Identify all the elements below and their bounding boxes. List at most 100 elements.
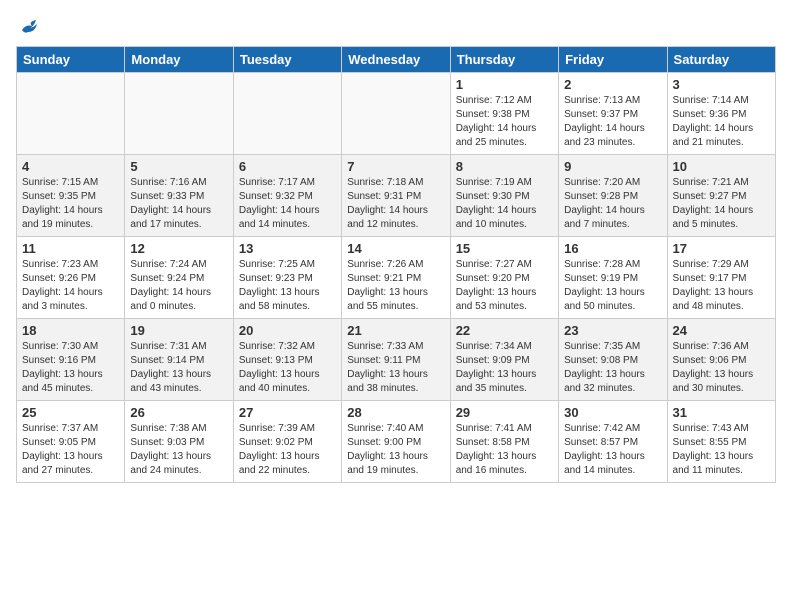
day-info: Sunrise: 7:24 AM Sunset: 9:24 PM Dayligh… (130, 258, 227, 314)
day-number: 16 (564, 241, 661, 256)
calendar-cell: 24 Sunrise: 7:36 AM Sunset: 9:06 PM Dayli… (667, 319, 775, 401)
calendar-cell: 4 Sunrise: 7:15 AM Sunset: 9:35 PM Daylig… (17, 155, 125, 237)
day-info: Sunrise: 7:36 AM Sunset: 9:06 PM Dayligh… (673, 340, 770, 396)
logo-bird-icon (18, 16, 40, 38)
calendar-week-row: 18Sunrise: 7:30 AM Sunset: 9:16 PM Dayli… (17, 319, 776, 401)
calendar-week-row: 25 Sunrise: 7:37 AM Sunset: 9:05 PM Dayli… (17, 401, 776, 483)
day-number: 4 (22, 159, 119, 174)
day-number: 8 (456, 159, 553, 174)
day-number: 2 (564, 77, 661, 92)
calendar-cell: 17 Sunrise: 7:29 AM Sunset: 9:17 PM Dayli… (667, 237, 775, 319)
calendar-week-row: 1 Sunrise: 7:12 AM Sunset: 9:38 PM Daylig… (17, 73, 776, 155)
day-number: 26 (130, 405, 227, 420)
calendar-cell: 16 Sunrise: 7:28 AM Sunset: 9:19 PM Dayli… (559, 237, 667, 319)
calendar-cell: 23 Sunrise: 7:35 AM Sunset: 9:08 PM Dayli… (559, 319, 667, 401)
day-info: Sunrise: 7:27 AM Sunset: 9:20 PM Dayligh… (456, 258, 553, 314)
day-number: 6 (239, 159, 336, 174)
day-info: Sunrise: 7:19 AM Sunset: 9:30 PM Dayligh… (456, 176, 553, 232)
calendar-cell: 7Sunrise: 7:18 AM Sunset: 9:31 PM Daylig… (342, 155, 450, 237)
calendar-cell (342, 73, 450, 155)
weekday-header-thursday: Thursday (450, 47, 558, 73)
page-header (16, 16, 776, 38)
calendar-cell: 13 Sunrise: 7:25 AM Sunset: 9:23 PM Dayli… (233, 237, 341, 319)
weekday-header-row: SundayMondayTuesdayWednesdayThursdayFrid… (17, 47, 776, 73)
day-number: 21 (347, 323, 444, 338)
day-info: Sunrise: 7:14 AM Sunset: 9:36 PM Dayligh… (673, 94, 770, 150)
day-info: Sunrise: 7:43 AM Sunset: 8:55 PM Dayligh… (673, 422, 770, 478)
calendar-cell: 10Sunrise: 7:21 AM Sunset: 9:27 PM Dayli… (667, 155, 775, 237)
day-number: 29 (456, 405, 553, 420)
day-info: Sunrise: 7:28 AM Sunset: 9:19 PM Dayligh… (564, 258, 661, 314)
day-number: 14 (347, 241, 444, 256)
day-info: Sunrise: 7:13 AM Sunset: 9:37 PM Dayligh… (564, 94, 661, 150)
day-number: 30 (564, 405, 661, 420)
calendar-cell (233, 73, 341, 155)
day-info: Sunrise: 7:20 AM Sunset: 9:28 PM Dayligh… (564, 176, 661, 232)
calendar-cell: 31 Sunrise: 7:43 AM Sunset: 8:55 PM Dayli… (667, 401, 775, 483)
calendar-week-row: 4 Sunrise: 7:15 AM Sunset: 9:35 PM Daylig… (17, 155, 776, 237)
day-info: Sunrise: 7:12 AM Sunset: 9:38 PM Dayligh… (456, 94, 553, 150)
day-info: Sunrise: 7:34 AM Sunset: 9:09 PM Dayligh… (456, 340, 553, 396)
calendar-cell: 29 Sunrise: 7:41 AM Sunset: 8:58 PM Dayli… (450, 401, 558, 483)
logo (16, 16, 40, 38)
day-info: Sunrise: 7:23 AM Sunset: 9:26 PM Dayligh… (22, 258, 119, 314)
calendar-cell: 5 Sunrise: 7:16 AM Sunset: 9:33 PM Daylig… (125, 155, 233, 237)
weekday-header-friday: Friday (559, 47, 667, 73)
day-info: Sunrise: 7:42 AM Sunset: 8:57 PM Dayligh… (564, 422, 661, 478)
day-number: 1 (456, 77, 553, 92)
day-info: Sunrise: 7:15 AM Sunset: 9:35 PM Dayligh… (22, 176, 119, 232)
day-info: Sunrise: 7:39 AM Sunset: 9:02 PM Dayligh… (239, 422, 336, 478)
day-number: 13 (239, 241, 336, 256)
day-number: 22 (456, 323, 553, 338)
weekday-header-tuesday: Tuesday (233, 47, 341, 73)
day-info: Sunrise: 7:25 AM Sunset: 9:23 PM Dayligh… (239, 258, 336, 314)
day-number: 17 (673, 241, 770, 256)
day-info: Sunrise: 7:29 AM Sunset: 9:17 PM Dayligh… (673, 258, 770, 314)
day-number: 3 (673, 77, 770, 92)
calendar-cell (17, 73, 125, 155)
day-number: 5 (130, 159, 227, 174)
calendar-cell: 22 Sunrise: 7:34 AM Sunset: 9:09 PM Dayli… (450, 319, 558, 401)
day-number: 31 (673, 405, 770, 420)
day-info: Sunrise: 7:17 AM Sunset: 9:32 PM Dayligh… (239, 176, 336, 232)
day-info: Sunrise: 7:31 AM Sunset: 9:14 PM Dayligh… (130, 340, 227, 396)
day-number: 24 (673, 323, 770, 338)
day-info: Sunrise: 7:41 AM Sunset: 8:58 PM Dayligh… (456, 422, 553, 478)
calendar-cell: 26 Sunrise: 7:38 AM Sunset: 9:03 PM Dayli… (125, 401, 233, 483)
calendar-cell: 15 Sunrise: 7:27 AM Sunset: 9:20 PM Dayli… (450, 237, 558, 319)
calendar-cell: 21Sunrise: 7:33 AM Sunset: 9:11 PM Dayli… (342, 319, 450, 401)
calendar-cell: 18Sunrise: 7:30 AM Sunset: 9:16 PM Dayli… (17, 319, 125, 401)
calendar-week-row: 11 Sunrise: 7:23 AM Sunset: 9:26 PM Dayli… (17, 237, 776, 319)
day-info: Sunrise: 7:35 AM Sunset: 9:08 PM Dayligh… (564, 340, 661, 396)
calendar-cell: 1 Sunrise: 7:12 AM Sunset: 9:38 PM Daylig… (450, 73, 558, 155)
day-number: 20 (239, 323, 336, 338)
day-number: 25 (22, 405, 119, 420)
day-info: Sunrise: 7:16 AM Sunset: 9:33 PM Dayligh… (130, 176, 227, 232)
calendar-table: SundayMondayTuesdayWednesdayThursdayFrid… (16, 46, 776, 483)
day-info: Sunrise: 7:38 AM Sunset: 9:03 PM Dayligh… (130, 422, 227, 478)
day-number: 9 (564, 159, 661, 174)
weekday-header-saturday: Saturday (667, 47, 775, 73)
calendar-cell: 9 Sunrise: 7:20 AM Sunset: 9:28 PM Daylig… (559, 155, 667, 237)
day-info: Sunrise: 7:32 AM Sunset: 9:13 PM Dayligh… (239, 340, 336, 396)
day-info: Sunrise: 7:26 AM Sunset: 9:21 PM Dayligh… (347, 258, 444, 314)
calendar-cell: 12 Sunrise: 7:24 AM Sunset: 9:24 PM Dayli… (125, 237, 233, 319)
calendar-cell: 25 Sunrise: 7:37 AM Sunset: 9:05 PM Dayli… (17, 401, 125, 483)
day-number: 28 (347, 405, 444, 420)
day-number: 18 (22, 323, 119, 338)
calendar-cell: 27 Sunrise: 7:39 AM Sunset: 9:02 PM Dayli… (233, 401, 341, 483)
calendar-cell: 19 Sunrise: 7:31 AM Sunset: 9:14 PM Dayli… (125, 319, 233, 401)
day-number: 7 (347, 159, 444, 174)
day-number: 19 (130, 323, 227, 338)
day-number: 12 (130, 241, 227, 256)
calendar-cell: 28Sunrise: 7:40 AM Sunset: 9:00 PM Dayli… (342, 401, 450, 483)
day-number: 23 (564, 323, 661, 338)
day-number: 11 (22, 241, 119, 256)
weekday-header-wednesday: Wednesday (342, 47, 450, 73)
calendar-cell: 6 Sunrise: 7:17 AM Sunset: 9:32 PM Daylig… (233, 155, 341, 237)
day-number: 27 (239, 405, 336, 420)
weekday-header-monday: Monday (125, 47, 233, 73)
day-number: 15 (456, 241, 553, 256)
weekday-header-sunday: Sunday (17, 47, 125, 73)
day-info: Sunrise: 7:37 AM Sunset: 9:05 PM Dayligh… (22, 422, 119, 478)
